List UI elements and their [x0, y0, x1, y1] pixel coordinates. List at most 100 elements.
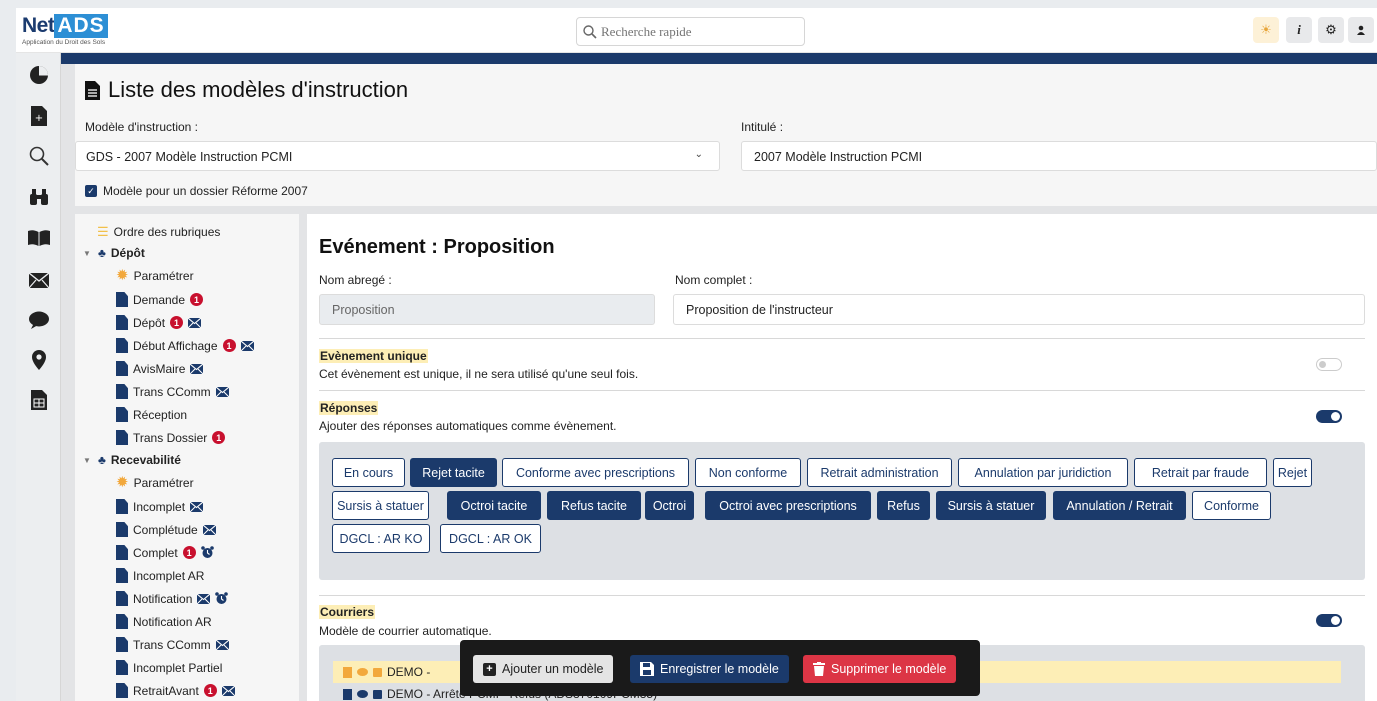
tree-group-depot[interactable]: ▼ ♣ Dépôt [83, 246, 145, 260]
nom-complet-input[interactable]: Proposition de l'instructeur [673, 294, 1365, 325]
page-title: Liste des modèles d'instruction [85, 77, 408, 103]
reponses-toggle[interactable] [1316, 410, 1342, 423]
tree-item[interactable]: Complétude [116, 522, 216, 537]
tree-item-label: Trans Dossier [133, 430, 208, 445]
reponse-button[interactable]: Conforme avec prescriptions [502, 458, 689, 487]
theme-toggle-button[interactable]: ☀ [1253, 17, 1279, 43]
tree-item[interactable]: Début Affichage 1 [116, 338, 254, 353]
tree-item[interactable]: RetraitAvant 1 [116, 683, 235, 698]
event-title: Evénement : Proposition [319, 236, 555, 258]
reponse-button[interactable]: Annulation par juridiction [958, 458, 1128, 487]
spreadsheet-file-icon[interactable] [28, 389, 50, 411]
tree-item[interactable]: Notification [116, 591, 229, 606]
info-button[interactable]: i [1286, 17, 1312, 43]
user-icon [1357, 25, 1365, 35]
reponses-box: En cours Rejet tacite Conforme avec prescr… [319, 442, 1365, 580]
delete-model-label: Supprimer le modèle [831, 662, 947, 676]
file-icon [85, 80, 100, 100]
save-model-button[interactable]: Enregistrer le modèle [630, 655, 789, 683]
delete-model-button[interactable]: Supprimer le modèle [803, 655, 957, 683]
reponse-button[interactable]: DGCL : AR KO [332, 524, 430, 553]
tree-item[interactable]: Complet 1 [116, 545, 214, 560]
tree-item-label: Trans CComm [133, 637, 211, 652]
tree-item[interactable]: Trans Dossier 1 [116, 430, 226, 445]
reponse-button[interactable]: Octroi [645, 491, 694, 520]
trash-icon [813, 662, 825, 676]
gear-icon: ✹ [116, 474, 129, 491]
file-icon [116, 430, 128, 445]
modele-label: Modèle d'instruction : [85, 120, 199, 134]
top-bar: NetADS Application du Droit des Sols ☀ i… [16, 8, 1377, 53]
reponse-button[interactable]: Refus tacite [547, 491, 641, 520]
unique-description: Cet évènement est unique, il ne sera uti… [319, 367, 639, 381]
tree-item[interactable]: Incomplet Partiel [116, 660, 222, 675]
binoculars-icon[interactable] [28, 186, 50, 208]
tree-item[interactable]: Incomplet [116, 499, 204, 514]
tree-item[interactable]: Demande 1 [116, 292, 204, 307]
reponse-button[interactable]: Octroi tacite [447, 491, 541, 520]
tree-ordre-rubriques[interactable]: ☰ Ordre des rubriques [97, 224, 220, 240]
reponse-button[interactable]: Refus [877, 491, 930, 520]
alarm-clock-icon [215, 592, 229, 604]
reponse-button[interactable]: Annulation / Retrait [1053, 491, 1186, 520]
tree-item-label: Notification AR [133, 614, 212, 629]
file-icon [343, 666, 352, 678]
file-icon [116, 499, 128, 514]
unique-toggle[interactable] [1316, 358, 1342, 371]
reponse-button[interactable]: Conforme [1192, 491, 1271, 520]
reponse-button[interactable]: Non conforme [695, 458, 801, 487]
tree-item-label: Paramétrer [133, 269, 194, 283]
tree-item[interactable]: Réception [116, 407, 187, 422]
chevron-down-icon: ⌄ [694, 149, 703, 160]
search-input[interactable] [601, 23, 791, 40]
divider [319, 595, 1365, 596]
reponse-button[interactable]: Octroi avec prescriptions [705, 491, 871, 520]
tree-item-label: AvisMaire [133, 361, 186, 376]
reponse-button[interactable]: Sursis à statuer [936, 491, 1046, 520]
tree-group-label: Recevabilité [110, 453, 181, 467]
courriers-toggle[interactable] [1316, 614, 1342, 627]
courrier-label: DEMO - [387, 665, 431, 679]
settings-button[interactable]: ⚙ [1318, 17, 1344, 43]
new-file-icon[interactable]: + [28, 105, 50, 127]
reforme-label: Modèle pour un dossier Réforme 2007 [103, 184, 308, 198]
reponse-button[interactable]: Sursis à statuer [332, 491, 429, 520]
tree-item[interactable]: Incomplet AR [116, 568, 204, 583]
tree-item[interactable]: Trans CComm [116, 384, 229, 399]
dashboard-pie-icon[interactable] [28, 64, 50, 86]
modele-select[interactable]: GDS - 2007 Modèle Instruction PCMI ⌄ [75, 141, 720, 171]
comment-icon[interactable] [28, 309, 50, 331]
reponse-button[interactable]: Retrait administration [807, 458, 952, 487]
tree-item-label: Incomplet [133, 499, 186, 514]
map-marker-icon[interactable] [28, 349, 50, 371]
quick-search[interactable] [576, 17, 805, 46]
reponse-button[interactable]: Rejet tacite [410, 458, 497, 487]
tree-item[interactable]: AvisMaire [116, 361, 204, 376]
tree-item[interactable]: ✹ Paramétrer [116, 268, 194, 283]
tree-item[interactable]: Notification AR [116, 614, 212, 629]
reponse-button[interactable]: Rejet [1273, 458, 1312, 487]
search-nav-icon[interactable] [28, 145, 50, 167]
tree-item[interactable]: Dépôt 1 [116, 315, 202, 330]
user-button[interactable] [1348, 17, 1374, 43]
envelope-icon[interactable] [28, 269, 50, 291]
tree-item[interactable]: Trans CComm [116, 637, 229, 652]
tree-group-recevabilite[interactable]: ▼ ♣ Recevabilité [83, 453, 181, 467]
file-icon [116, 292, 128, 307]
netads-logo[interactable]: Net ADS Application du Droit des Sols [22, 14, 108, 46]
reponse-button[interactable]: En cours [332, 458, 405, 487]
caret-down-icon: ▼ [83, 455, 91, 465]
tree-item[interactable]: ✹ Paramétrer [116, 474, 194, 491]
reponse-button[interactable]: DGCL : AR OK [440, 524, 541, 553]
reponse-button[interactable]: Retrait par fraude [1134, 458, 1267, 487]
envelope-icon [202, 524, 216, 535]
courriers-description: Modèle de courrier automatique. [319, 624, 492, 638]
tree-item-label: Paramétrer [133, 476, 194, 490]
reponses-title: Réponses [319, 401, 379, 415]
book-icon[interactable] [28, 227, 50, 249]
intitule-input[interactable]: 2007 Modèle Instruction PCMI [741, 141, 1377, 171]
nom-abrege-input[interactable]: Proposition [319, 294, 655, 325]
reforme-checkbox-row[interactable]: ✓ Modèle pour un dossier Réforme 2007 [85, 184, 308, 198]
checkbox-checked-icon[interactable]: ✓ [85, 185, 97, 197]
add-model-button[interactable]: + Ajouter un modèle [473, 655, 614, 683]
